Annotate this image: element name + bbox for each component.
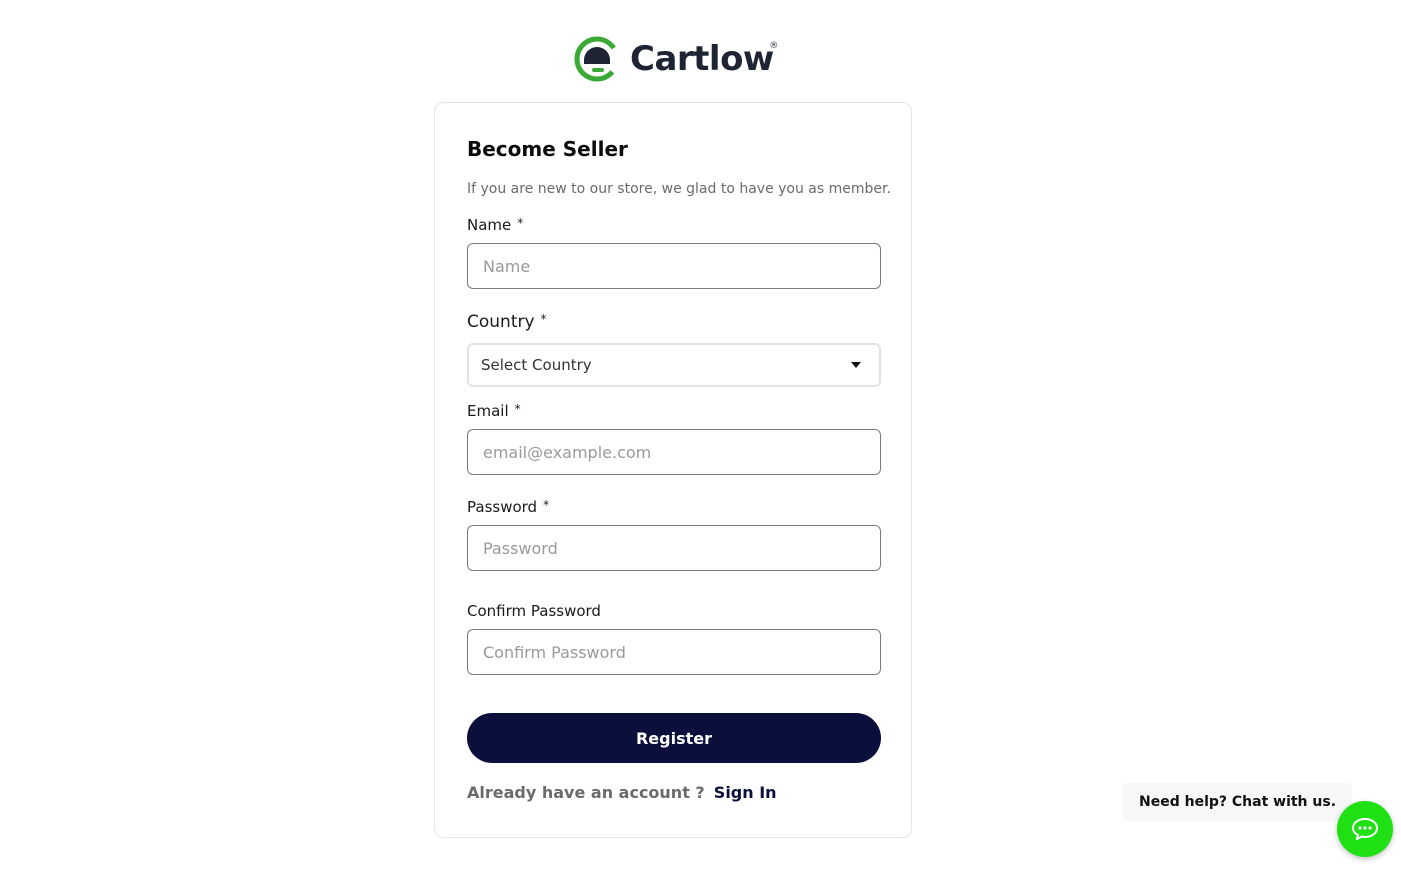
password-label-text: Password bbox=[467, 498, 538, 516]
password-label: Password * bbox=[467, 498, 549, 516]
chat-icon bbox=[1352, 818, 1378, 840]
logo-brand-name: Cartlow bbox=[630, 39, 774, 79]
name-required-mark: * bbox=[517, 216, 524, 230]
cartlow-logo-icon bbox=[574, 36, 620, 82]
name-label: Name * bbox=[467, 216, 523, 234]
chevron-down-icon bbox=[851, 362, 861, 368]
seller-registration-page: Cartlow ® Become Seller If you are new to… bbox=[0, 0, 1401, 880]
chat-button[interactable] bbox=[1337, 801, 1393, 857]
logo-wordmark: Cartlow ® bbox=[630, 39, 778, 79]
registration-card: Become Seller If you are new to our stor… bbox=[434, 102, 912, 838]
email-required-mark: * bbox=[514, 402, 521, 416]
country-label-text: Country bbox=[467, 312, 535, 332]
cartlow-logo[interactable]: Cartlow ® bbox=[572, 34, 778, 84]
signin-prompt: Already have an account ? bbox=[467, 783, 705, 802]
form-title: Become Seller bbox=[467, 137, 628, 161]
chat-help-bubble[interactable]: Need help? Chat with us. bbox=[1123, 783, 1353, 821]
register-button[interactable]: Register bbox=[467, 713, 881, 763]
registered-mark: ® bbox=[769, 41, 778, 51]
country-label: Country * bbox=[467, 312, 547, 332]
country-required-mark: * bbox=[540, 312, 547, 326]
password-input[interactable] bbox=[467, 525, 881, 571]
name-input[interactable] bbox=[467, 243, 881, 289]
password-required-mark: * bbox=[543, 498, 550, 512]
country-select-value: Select Country bbox=[481, 356, 592, 374]
confirm-password-label: Confirm Password bbox=[467, 602, 601, 620]
signin-link[interactable]: Sign In bbox=[714, 783, 777, 802]
confirm-password-label-text: Confirm Password bbox=[467, 602, 601, 620]
email-label-text: Email bbox=[467, 402, 509, 420]
country-select[interactable]: Select Country bbox=[467, 343, 881, 387]
email-input[interactable] bbox=[467, 429, 881, 475]
email-label: Email * bbox=[467, 402, 521, 420]
signin-row: Already have an account ? Sign In bbox=[467, 783, 777, 802]
confirm-password-input[interactable] bbox=[467, 629, 881, 675]
name-label-text: Name bbox=[467, 216, 512, 234]
form-subtitle: If you are new to our store, we glad to … bbox=[467, 181, 891, 197]
